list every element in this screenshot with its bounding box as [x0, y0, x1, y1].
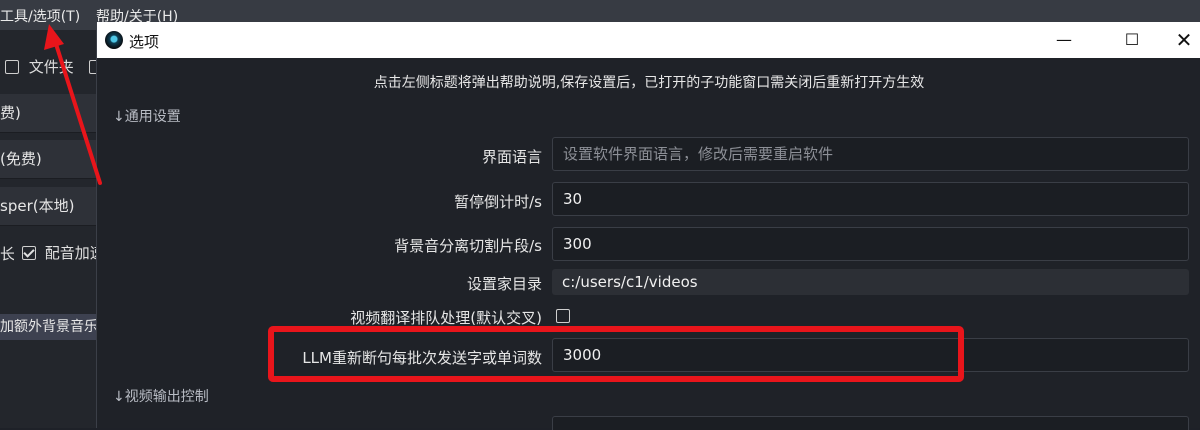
queue-checkbox[interactable] [556, 309, 570, 323]
maximize-button[interactable]: ☐ [1109, 22, 1155, 58]
help-hint-text: 点击左侧标题将弹出帮助说明,保存设置后，已打开的子功能窗口需关闭后重新打开方生效 [373, 75, 925, 91]
speech-model-select[interactable]: sper(本地) [0, 187, 96, 226]
bgm-segment-input[interactable] [552, 227, 1189, 261]
extra-bgm-button[interactable]: 加额外背景音乐 [0, 314, 96, 340]
dub-speedup-checkbox[interactable] [22, 246, 36, 260]
bgm-segment-label[interactable]: 背景音分离切割片段/s [394, 235, 542, 256]
section-video-output[interactable]: ↓视频输出控制 [113, 386, 209, 406]
home-dir-label[interactable]: 设置家目录 [467, 273, 542, 294]
countdown-label[interactable]: 暂停倒计时/s [454, 191, 542, 212]
dub-speedup-row[interactable]: 配音加速 [22, 242, 105, 263]
home-dir-value[interactable]: c:/users/c1/videos [552, 269, 1189, 295]
countdown-input[interactable] [552, 182, 1189, 216]
speech-model-value: sper(本地) [0, 197, 75, 215]
folder-checkbox-label: 文件夹 [28, 58, 74, 76]
dialog-title: 选项 [129, 33, 160, 51]
tts-channel-select[interactable]: (免费) [0, 140, 96, 179]
extra-bgm-button-label: 加额外背景音乐 [0, 319, 96, 335]
language-label[interactable]: 界面语言 [482, 146, 542, 167]
folder-checkbox-row[interactable]: 文件夹 [0, 56, 103, 80]
section-general-settings[interactable]: ↓通用设置 [113, 106, 181, 126]
main-window-panel: 文件夹 费) (免费) sper(本地) 长 配音加速 加额外背景音乐 [0, 30, 105, 428]
app-logo-icon [105, 31, 123, 49]
menu-tools-options[interactable]: 工具/选项(T) [0, 6, 80, 26]
dialog-titlebar[interactable]: 选项 — ☐ ✕ [97, 22, 1200, 58]
highlight-box [268, 326, 964, 382]
close-button[interactable]: ✕ [1161, 22, 1200, 58]
minimize-button[interactable]: — [1041, 22, 1087, 58]
translate-channel-value: 费) [0, 104, 21, 122]
folder-checkbox[interactable] [5, 60, 19, 74]
language-input[interactable] [552, 137, 1189, 171]
translate-channel-select[interactable]: 费) [0, 94, 96, 133]
partial-label: 长 [0, 245, 14, 263]
tts-channel-value: (免费) [0, 150, 42, 168]
queue-label[interactable]: 视频翻译排队处理(默认交叉) [350, 307, 542, 328]
